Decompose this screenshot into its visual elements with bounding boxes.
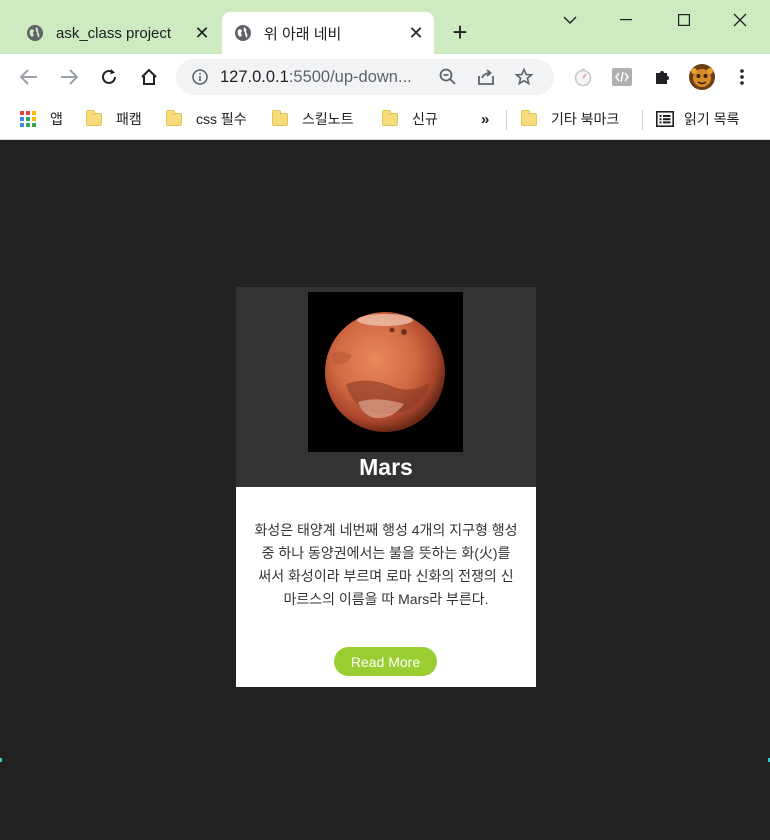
mars-image: [308, 292, 463, 452]
url-text[interactable]: 127.0.0.1:5500/up-down...: [220, 68, 420, 87]
bookmarks-overflow-button[interactable]: »: [481, 106, 489, 132]
new-tab-button[interactable]: +: [446, 17, 474, 47]
url-path: :5500/up-down...: [288, 67, 412, 86]
tab-up-down-nav[interactable]: 위 아래 네비 ✕: [222, 12, 434, 54]
bookmark-divider: [642, 110, 643, 130]
folder-icon: [166, 109, 182, 126]
bookmark-folder-css[interactable]: css 필수: [166, 106, 247, 132]
chevron-down-icon[interactable]: [550, 6, 590, 34]
tab-title: ask_class project: [56, 24, 172, 42]
zoom-icon[interactable]: [434, 63, 462, 91]
bookmark-label: 스킬노트: [302, 111, 354, 127]
reading-list-button[interactable]: 읽기 목록: [656, 106, 739, 132]
extension-code-icon[interactable]: [607, 62, 637, 92]
puzzle-icon[interactable]: [647, 62, 677, 92]
minimize-button[interactable]: [606, 6, 646, 34]
address-bar[interactable]: 127.0.0.1:5500/up-down...: [176, 59, 554, 95]
more-menu-icon[interactable]: [727, 62, 757, 92]
edge-marker: [0, 758, 2, 762]
folder-icon: [272, 109, 288, 126]
bookmark-folder-other[interactable]: 기타 북마크: [521, 106, 619, 132]
folder-icon: [382, 109, 398, 126]
close-icon[interactable]: ✕: [404, 21, 428, 45]
extension-timer-icon[interactable]: [568, 62, 598, 92]
chevron-double-right-icon: »: [481, 110, 490, 128]
planet-card[interactable]: Mars 화성은 태양계 네번째 행성 4개의 지구형 행성중 하나 동양권에서…: [236, 287, 536, 687]
card-description: 화성은 태양계 네번째 행성 4개의 지구형 행성중 하나 동양권에서는 불을 …: [254, 522, 518, 607]
share-icon[interactable]: [472, 63, 500, 91]
bookmark-label: 읽기 목록: [684, 111, 740, 127]
back-arrow-icon[interactable]: [14, 62, 44, 92]
close-icon[interactable]: ✕: [190, 21, 214, 45]
window-close-button[interactable]: [720, 6, 760, 34]
bookmark-label: 앱: [50, 111, 63, 127]
bookmark-apps[interactable]: 앱: [20, 106, 63, 132]
bookmark-label: 신규: [412, 111, 438, 127]
bookmark-folder-new[interactable]: 신규: [382, 106, 438, 132]
read-more-button[interactable]: Read More: [334, 647, 437, 676]
forward-arrow-icon[interactable]: [54, 62, 84, 92]
bookmark-label: css 필수: [196, 111, 247, 127]
reading-list-icon: [656, 111, 674, 127]
browser-titlebar: ask_class project ✕ 위 아래 네비 ✕ +: [0, 0, 770, 54]
home-icon[interactable]: [134, 62, 164, 92]
avatar[interactable]: [687, 62, 717, 92]
page-viewport: Mars 화성은 태양계 네번째 행성 4개의 지구형 행성중 하나 동양권에서…: [0, 140, 770, 840]
star-icon[interactable]: [510, 63, 538, 91]
card-top: Mars: [236, 287, 536, 487]
browser-toolbar: 127.0.0.1:5500/up-down...: [0, 54, 770, 100]
reload-icon[interactable]: [94, 62, 124, 92]
bookmark-label: 기타 북마크: [551, 111, 620, 127]
bookmark-label: 패캠: [116, 111, 142, 127]
bookmark-folder-skillnote[interactable]: 스킬노트: [272, 106, 354, 132]
tab-title: 위 아래 네비: [264, 25, 342, 43]
folder-icon: [86, 109, 102, 126]
card-title: Mars: [359, 454, 413, 480]
maximize-button[interactable]: [664, 6, 704, 34]
card-bottom: 화성은 태양계 네번째 행성 4개의 지구형 행성중 하나 동양권에서는 불을 …: [236, 487, 536, 687]
folder-icon: [521, 109, 537, 126]
globe-icon: [234, 24, 252, 42]
bookmark-divider: [506, 110, 507, 130]
tab-ask-class-project[interactable]: ask_class project ✕: [14, 12, 220, 54]
globe-icon: [26, 24, 44, 42]
info-icon[interactable]: [188, 65, 212, 89]
apps-grid-icon: [20, 111, 36, 127]
bookmark-folder-paecam[interactable]: 패캠: [86, 106, 142, 132]
bookmarks-bar: 앱 패캠 css 필수 스킬노트 신규 » 기타 북마크 읽기 목록: [0, 100, 770, 140]
url-host: 127.0.0.1: [220, 67, 289, 86]
